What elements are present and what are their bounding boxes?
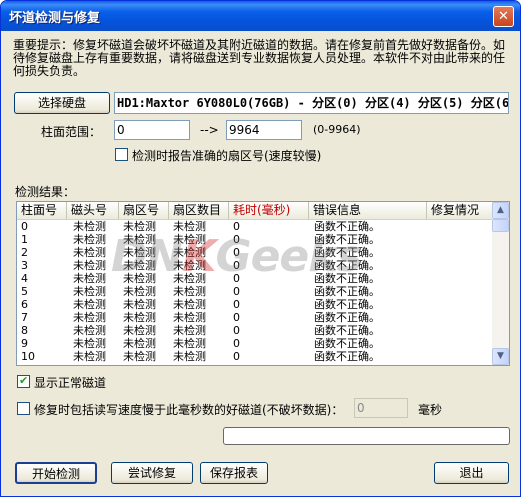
col-head[interactable]: 磁头号 [67,202,119,219]
exit-button[interactable]: 退出 [434,462,509,484]
table-row[interactable]: 5 未检测 未检测 未检测 0 函数不正确。 [17,286,493,297]
table-cell: 未检测 [123,324,156,337]
table-cell: 4 [21,272,28,285]
table-cell: 未检测 [173,298,206,311]
table-cell: 9 [21,337,28,350]
table-cell: 0 [233,311,240,324]
report-sector-label: 检测时报告准确的扇区号(速度较慢) [132,149,322,163]
title-bar[interactable]: 坏道检测与修复 ✕ [1,1,520,31]
selected-drive-field: HD1:Maxtor 6Y080L0(76GB) - 分区(0) 分区(4) 分… [114,92,509,114]
table-cell: 未检测 [123,350,156,363]
table-cell: 8 [21,324,28,337]
scroll-thumb[interactable] [492,219,509,232]
table-cell: 未检测 [73,272,106,285]
cylinder-range-hint: (0-9964) [313,123,361,136]
col-error[interactable]: 错误信息 [309,202,427,219]
results-scrollbar[interactable]: ▲ ▼ [492,202,509,365]
table-cell: 未检测 [73,298,106,311]
slow-read-label: 修复时包括读写速度慢于此毫秒数的好磁道(不破坏数据)： [34,403,344,417]
try-repair-button[interactable]: 尝试修复 [111,462,193,484]
start-scan-button[interactable]: 开始检测 [15,462,97,484]
cylinder-from-input[interactable]: 0 [114,120,190,140]
table-cell: 3 [21,259,28,272]
window-title: 坏道检测与修复 [9,11,101,26]
table-row[interactable]: 9 未检测 未检测 未检测 0 函数不正确。 [17,338,493,349]
table-cell: 函数不正确。 [314,350,380,363]
col-repair[interactable]: 修复情况 [427,202,493,219]
results-list[interactable]: 柱面号 磁头号 扇区号 扇区数目 耗时(毫秒) 错误信息 修复情况 0 未检测 未检… [16,201,510,366]
table-cell: 未检测 [73,233,106,246]
watermark-text-k: K [182,231,216,282]
table-cell: 未检测 [73,311,106,324]
slow-read-ms-input[interactable]: 0 [354,398,408,418]
scroll-up-icon[interactable]: ▲ [492,202,509,219]
col-sector[interactable]: 扇区号 [119,202,169,219]
results-header: 柱面号 磁头号 扇区号 扇区数目 耗时(毫秒) 错误信息 修复情况 [17,202,493,220]
table-cell: 未检测 [173,350,206,363]
col-cylinder[interactable]: 柱面号 [17,202,67,219]
table-cell: 未检测 [73,259,106,272]
select-drive-button[interactable]: 选择硬盘 [14,92,110,114]
table-cell: 未检测 [173,285,206,298]
table-cell: 未检测 [73,324,106,337]
table-cell: 未检测 [123,298,156,311]
table-row[interactable]: 6 未检测 未检测 未检测 0 函数不正确。 [17,299,493,310]
table-cell: 未检测 [123,285,156,298]
show-normal-label: 显示正常磁道 [34,376,107,390]
table-cell: 未检测 [173,311,206,324]
table-cell: 未检测 [73,337,106,350]
ms-unit-label: 毫秒 [418,403,443,417]
table-cell: 未检测 [73,246,106,259]
table-cell: 函数不正确。 [314,324,380,337]
table-cell: 0 [233,350,240,363]
close-icon: ✕ [498,9,509,24]
report-sector-checkbox[interactable] [115,148,128,161]
table-cell: 未检测 [73,285,106,298]
table-cell: 0 [21,220,28,233]
warning-notice: 重要提示：修复坏磁道会破坏坏磁道及其附近磁道的数据。请在修复前首先做好数据备份。… [13,38,506,78]
col-sector-count[interactable]: 扇区数目 [169,202,229,219]
table-cell: 函数不正确。 [314,337,380,350]
cylinder-to-input[interactable]: 9964 [226,120,302,140]
table-cell: 1 [21,233,28,246]
table-row[interactable]: 7 未检测 未检测 未检测 0 函数不正确。 [17,312,493,323]
table-cell: 6 [21,298,28,311]
scroll-down-icon[interactable]: ▼ [492,348,509,365]
table-cell: 未检测 [173,337,206,350]
table-cell: 10 [21,350,35,363]
progress-bar [223,427,510,445]
table-cell: 未检测 [73,220,106,233]
bad-track-dialog: 坏道检测与修复 ✕ 重要提示：修复坏磁道会破坏坏磁道及其附近磁道的数据。请在修复… [0,0,521,497]
show-normal-checkbox[interactable] [17,374,30,388]
table-cell: 未检测 [173,324,206,337]
table-cell: 函数不正确。 [314,285,380,298]
table-cell: 函数不正确。 [314,298,380,311]
watermark-logo: DNKGeeks [111,231,363,282]
table-cell: 0 [233,285,240,298]
table-cell: 5 [21,285,28,298]
table-cell: 0 [233,324,240,337]
table-cell: 未检测 [123,311,156,324]
cylinder-range-label: 柱面范围： [41,125,102,139]
watermark-text-b: Geeks [215,231,362,282]
slow-read-checkbox[interactable] [17,402,30,415]
col-time[interactable]: 耗时(毫秒) [229,202,309,219]
table-cell: 7 [21,311,28,324]
table-cell: 函数不正确。 [314,311,380,324]
range-arrow: --> [200,123,219,137]
table-cell: 2 [21,246,28,259]
table-cell: 0 [233,298,240,311]
results-label: 检测结果： [15,185,76,199]
save-report-button[interactable]: 保存报表 [200,462,268,484]
table-cell: 未检测 [73,350,106,363]
close-button[interactable]: ✕ [493,6,514,27]
table-row[interactable]: 10 未检测 未检测 未检测 0 函数不正确。 [17,351,493,362]
watermark-text-a: DN [111,231,183,282]
table-cell: 未检测 [123,337,156,350]
table-cell: 0 [233,337,240,350]
table-row[interactable]: 8 未检测 未检测 未检测 0 函数不正确。 [17,325,493,336]
